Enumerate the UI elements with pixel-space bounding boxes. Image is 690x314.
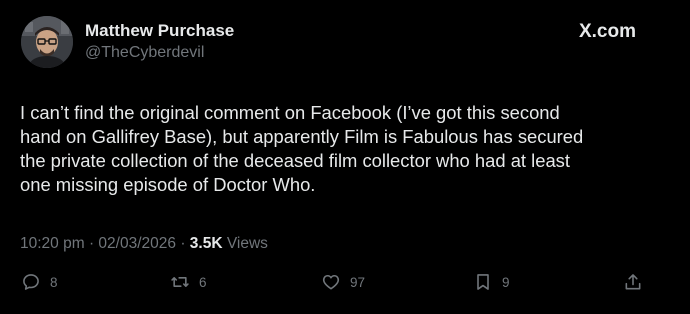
author-handle[interactable]: @TheCyberdevil [85, 44, 204, 62]
tweet-text: I can’t find the original comment on Fac… [20, 101, 660, 197]
author-display-name[interactable]: Matthew Purchase [85, 21, 234, 41]
repost-button[interactable]: 6 [170, 272, 207, 292]
tweet-text-line: I can’t find the original comment on Fac… [20, 102, 560, 123]
avatar[interactable] [21, 16, 73, 68]
share-button[interactable] [623, 272, 643, 292]
reply-count: 8 [50, 274, 58, 290]
bookmark-icon [477, 274, 489, 290]
views-count: 3.5K [189, 235, 227, 252]
tweet-date[interactable]: 02/03/2026 [98, 235, 176, 252]
like-count: 97 [350, 274, 366, 290]
tweet-text-line: one missing episode of Doctor Who. [20, 174, 316, 195]
brand-label: X.com [578, 21, 636, 42]
reply-icon [23, 274, 39, 290]
repost-icon [171, 277, 189, 287]
repost-count: 6 [199, 274, 207, 290]
tweet-card: Matthew Purchase @TheCyberdevil X.com I … [0, 0, 690, 314]
action-bar: 8 6 97 9 [0, 272, 690, 298]
share-icon [625, 274, 641, 290]
reply-button[interactable]: 8 [21, 272, 58, 292]
bookmark-button[interactable]: 9 [473, 272, 510, 292]
bookmark-count: 9 [502, 274, 510, 290]
tweet-meta: 10:20 pm · 02/03/2026 · 3.5K Views [20, 235, 268, 253]
tweet-time[interactable]: 10:20 pm [20, 235, 85, 252]
heart-icon [322, 274, 340, 290]
meta-separator: · [88, 235, 99, 252]
meta-separator: · [180, 235, 190, 252]
tweet-text-line: the private collection of the deceased f… [20, 150, 570, 171]
views-label: Views [226, 235, 268, 252]
avatar-image [21, 16, 73, 68]
like-button[interactable]: 97 [321, 272, 365, 292]
tweet-text-line: hand on Gallifrey Base), but apparently … [20, 126, 584, 147]
